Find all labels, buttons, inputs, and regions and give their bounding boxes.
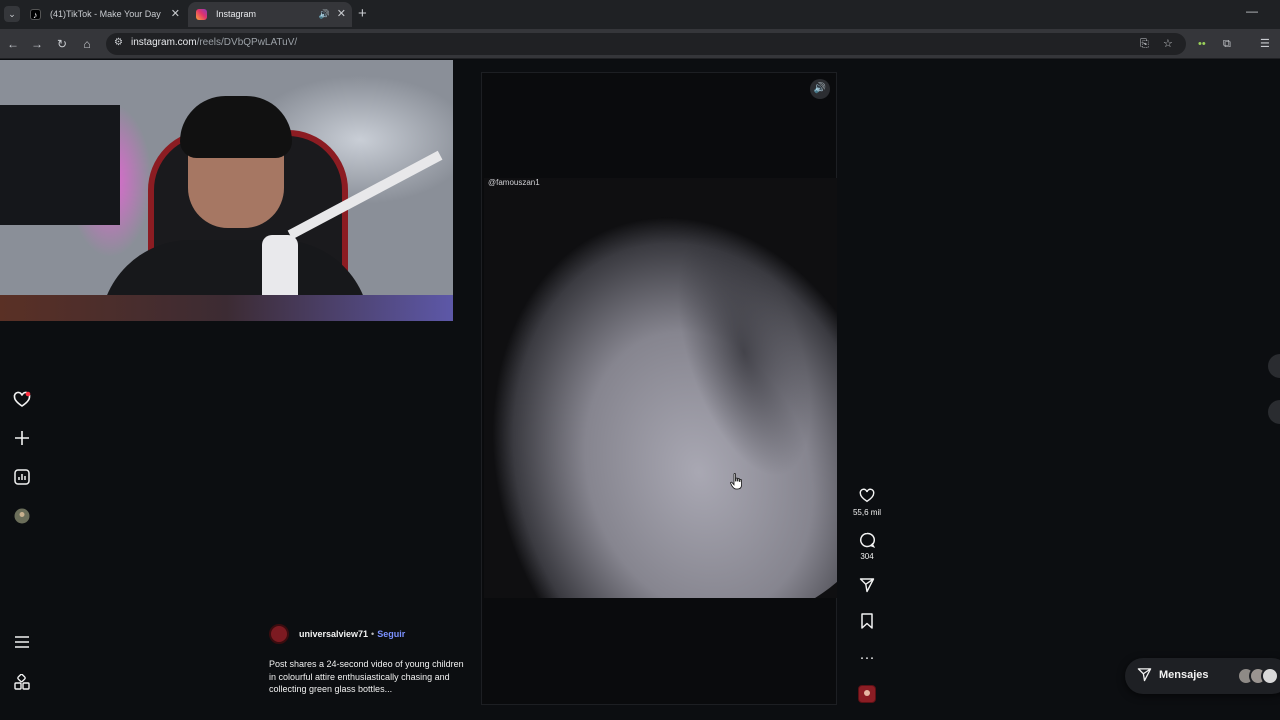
webcam-monitor <box>0 105 120 225</box>
sound-toggle-speaker-icon[interactable]: 🔊 <box>810 79 830 99</box>
create-plus-icon[interactable] <box>12 430 32 450</box>
extensions-puzzle-icon[interactable]: ⧉ <box>1223 35 1231 53</box>
author-username[interactable]: universalview71 <box>299 629 368 639</box>
bookmark-icon <box>849 613 885 631</box>
share-button[interactable] <box>849 577 885 595</box>
comment-bubble-icon <box>849 532 885 550</box>
dashboard-icon[interactable] <box>12 469 32 489</box>
speaker-icon[interactable]: 🔊 <box>319 2 330 27</box>
direct-message-icon <box>1137 667 1152 685</box>
tab-title: (41)TikTok - Make Your Day <box>50 9 161 19</box>
like-count: 55,6 mil <box>852 508 881 517</box>
follow-button[interactable]: Seguir <box>377 629 405 639</box>
messages-label: Mensajes <box>1159 669 1209 681</box>
audio-avatar[interactable] <box>858 685 876 703</box>
back-arrow-icon[interactable]: ← <box>4 35 22 53</box>
minimize-window-icon[interactable]: — <box>1246 4 1258 18</box>
save-button[interactable] <box>849 613 885 631</box>
tab-list-chevron-down-icon[interactable]: ⌄ <box>4 6 20 22</box>
new-tab-plus-icon[interactable]: + <box>358 5 367 23</box>
webcam-overlay <box>0 60 453 321</box>
browser-toolbar: ← → ↻ ⌂ ⚙ instagram.com/reels/DVbQPwLATu… <box>0 29 1280 59</box>
close-tab-icon[interactable]: ✕ <box>171 2 180 27</box>
home-icon[interactable]: ⌂ <box>78 35 96 53</box>
profile-avatar[interactable] <box>12 508 32 528</box>
url-path: /reels/DVbQPwLATuV/ <box>196 37 298 48</box>
browser-tab-bar: ⌄ (41)TikTok - Make Your Day ✕ Instagram… <box>0 0 1280 29</box>
messages-button[interactable]: Mensajes <box>1125 658 1280 694</box>
like-button[interactable]: 55,6 mil <box>849 488 885 517</box>
video-watermark-handle: @famouszan1 <box>488 178 540 187</box>
tab-tiktok[interactable]: (41)TikTok - Make Your Day ✕ <box>22 2 186 28</box>
reel-author: universalview71 • Seguir <box>269 624 405 644</box>
instagram-favicon-icon <box>196 9 207 20</box>
extension-icon[interactable]: •• <box>1198 35 1206 53</box>
site-info-icon[interactable]: ⚙ <box>114 37 123 48</box>
address-bar[interactable]: ⚙ instagram.com/reels/DVbQPwLATuV/ <box>106 33 1186 55</box>
share-paper-plane-icon <box>849 577 885 595</box>
more-dots-icon: ··· <box>859 649 875 666</box>
author-avatar[interactable] <box>269 624 289 644</box>
install-app-icon[interactable]: ⎘ <box>1140 35 1149 53</box>
url-text[interactable]: instagram.com/reels/DVbQPwLATuV/ <box>131 37 297 48</box>
url-host: instagram.com <box>131 37 197 48</box>
bookmark-star-icon[interactable]: ☆ <box>1163 35 1173 53</box>
forward-arrow-icon[interactable]: → <box>28 35 46 53</box>
reel-video[interactable] <box>484 178 837 598</box>
close-tab-icon[interactable]: ✕ <box>337 2 346 27</box>
video-frame-content <box>484 178 837 598</box>
tiktok-favicon-icon <box>30 3 41 28</box>
friend-avatar <box>1261 667 1279 685</box>
webcam-floor <box>0 295 453 321</box>
tab-instagram[interactable]: Instagram 🔊 ✕ <box>188 2 352 27</box>
tab-title: Instagram <box>216 9 257 19</box>
comment-button[interactable]: 304 <box>849 532 885 561</box>
comment-count: 304 <box>860 552 874 561</box>
more-options-button[interactable]: ··· <box>849 649 885 667</box>
side-panel-icon[interactable]: ☰ <box>1260 35 1270 53</box>
mouse-cursor-hand-icon <box>730 473 744 493</box>
webcam-person-hair <box>180 96 292 158</box>
menu-icon[interactable] <box>12 634 32 654</box>
notifications-heart-icon[interactable] <box>12 391 32 411</box>
reload-icon[interactable]: ↻ <box>53 35 71 53</box>
reel-caption[interactable]: Post shares a 24-second video of young c… <box>269 658 464 696</box>
heart-icon <box>849 488 885 506</box>
more-apps-icon[interactable] <box>12 673 32 694</box>
separator-dot: • <box>371 629 375 639</box>
